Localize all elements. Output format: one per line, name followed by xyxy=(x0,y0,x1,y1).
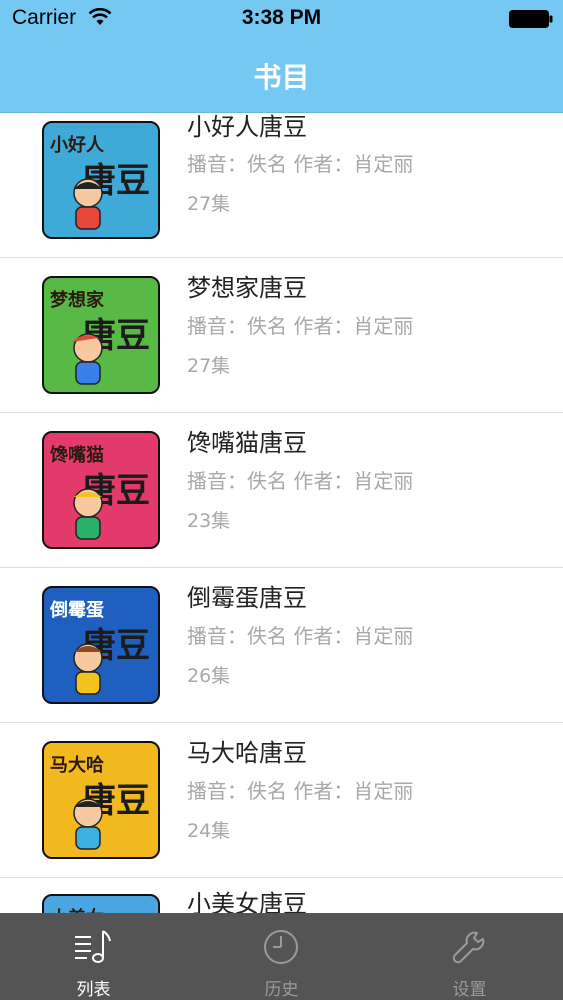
book-title: 小好人唐豆 xyxy=(187,113,307,141)
book-row[interactable]: 梦想家 唐豆 梦想家唐豆 播音：佚名 作者：肖定丽 27集 xyxy=(0,258,563,413)
book-list[interactable]: 小好人 唐豆 小好人唐豆 播音：佚名 作者：肖定丽 27集 梦想家 唐豆 梦想家… xyxy=(0,113,563,913)
nav-bar: 书目 xyxy=(0,38,563,113)
cover-label: 小美女 xyxy=(50,904,104,913)
status-time: 3:38 PM xyxy=(241,6,322,29)
page-title: 书目 xyxy=(253,61,310,94)
child-illustration xyxy=(72,333,104,385)
book-title: 馋嘴猫唐豆 xyxy=(187,429,307,457)
episode-count: 27集 xyxy=(187,193,231,215)
book-title: 小美女唐豆 xyxy=(187,890,307,913)
book-meta: 播音：佚名 作者：肖定丽 xyxy=(187,779,414,803)
book-meta: 播音：佚名 作者：肖定丽 xyxy=(187,624,414,648)
book-cover: 小好人 唐豆 xyxy=(42,121,160,239)
book-row[interactable]: 小美女 小美女唐豆 xyxy=(0,878,563,913)
episode-count: 26集 xyxy=(187,665,231,687)
book-row[interactable]: 馋嘴猫 唐豆 馋嘴猫唐豆 播音：佚名 作者：肖定丽 23集 xyxy=(0,413,563,568)
child-illustration xyxy=(73,488,103,540)
book-cover: 倒霉蛋 唐豆 xyxy=(42,586,160,704)
tab-history[interactable]: 历史 xyxy=(188,913,375,1000)
tab-label: 历史 xyxy=(264,980,299,1000)
tab-bar: 列表 历史 设置 xyxy=(0,913,563,1000)
book-title: 倒霉蛋唐豆 xyxy=(187,584,307,612)
book-meta: 播音：佚名 作者：肖定丽 xyxy=(187,314,414,338)
book-row[interactable]: 马大哈 唐豆 马大哈唐豆 播音：佚名 作者：肖定丽 24集 xyxy=(0,723,563,878)
book-title: 马大哈唐豆 xyxy=(187,739,307,767)
tab-label: 列表 xyxy=(76,980,111,1000)
book-meta: 播音：佚名 作者：肖定丽 xyxy=(187,469,414,493)
book-cover: 小美女 xyxy=(42,894,160,913)
episode-count: 27集 xyxy=(187,355,231,377)
book-title: 梦想家唐豆 xyxy=(187,274,307,302)
tab-label: 设置 xyxy=(452,980,487,1000)
tab-settings[interactable]: 设置 xyxy=(376,913,563,1000)
book-meta: 播音：佚名 作者：肖定丽 xyxy=(187,152,414,176)
book-cover: 馋嘴猫 唐豆 xyxy=(42,431,160,549)
book-cover: 马大哈 唐豆 xyxy=(42,741,160,859)
episode-count: 24集 xyxy=(187,820,231,842)
clock-icon xyxy=(264,930,298,964)
music-list-icon xyxy=(75,930,111,963)
book-row[interactable]: 小好人 唐豆 小好人唐豆 播音：佚名 作者：肖定丽 27集 xyxy=(0,113,563,258)
battery-icon xyxy=(509,10,553,28)
child-illustration xyxy=(73,643,103,695)
book-cover: 梦想家 唐豆 xyxy=(42,276,160,394)
child-illustration xyxy=(73,798,103,850)
wrench-icon xyxy=(452,931,485,964)
book-row[interactable]: 倒霉蛋 唐豆 倒霉蛋唐豆 播音：佚名 作者：肖定丽 26集 xyxy=(0,568,563,723)
episode-count: 23集 xyxy=(187,510,231,532)
tab-list[interactable]: 列表 xyxy=(0,913,187,1000)
status-bar: Carrier 3:38 PM xyxy=(0,0,563,38)
child-illustration xyxy=(73,178,103,230)
